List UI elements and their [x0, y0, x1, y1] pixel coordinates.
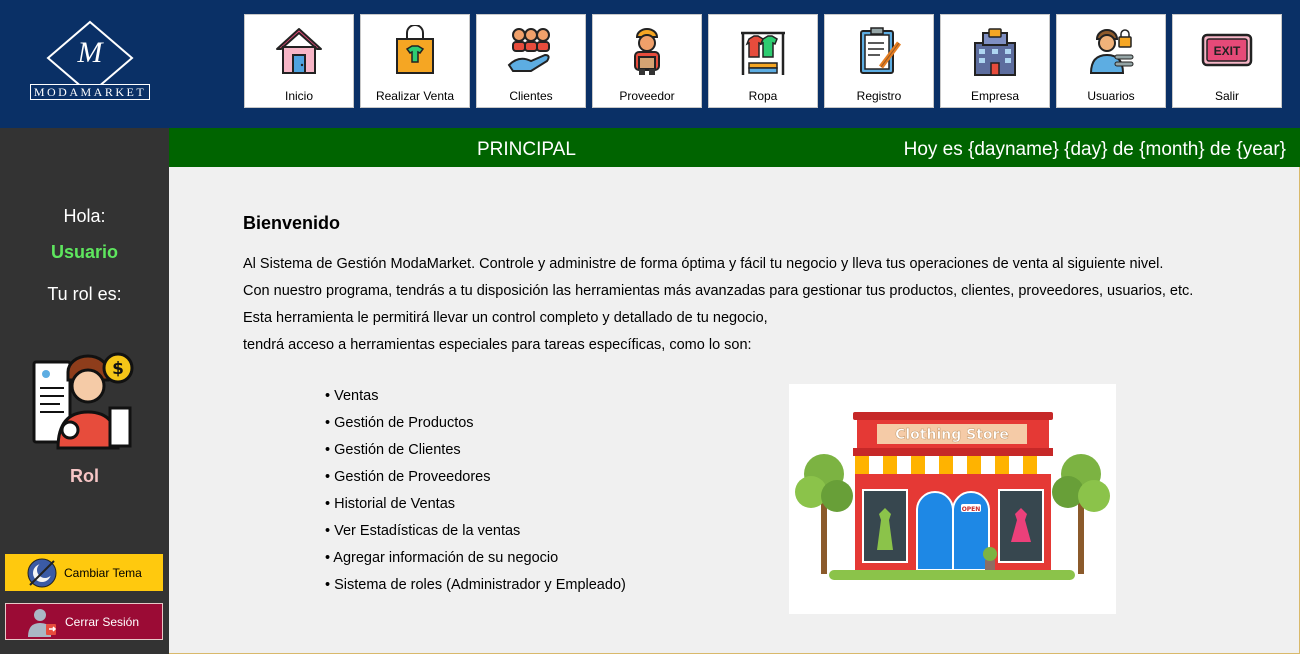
nav-empresa-button[interactable]: Empresa — [940, 14, 1050, 108]
nav-salir-button[interactable]: EXIT Salir — [1172, 14, 1282, 108]
shopping-bag-icon — [396, 25, 434, 74]
nav-label: Realizar Venta — [375, 89, 455, 103]
nav-label: Inicio — [284, 89, 313, 103]
seller-avatar-icon: $ — [32, 352, 134, 450]
role-caption: Tu rol es: — [47, 284, 122, 304]
nav-clientes-button[interactable]: Clientes — [476, 14, 586, 108]
change-theme-button[interactable]: Cambiar Tema — [5, 554, 163, 591]
nav-label: Usuarios — [1087, 89, 1135, 103]
awning — [855, 456, 1051, 474]
nav-label: Empresa — [970, 89, 1020, 103]
list-item: • Sistema de roles (Administrador y Empl… — [325, 577, 626, 593]
store-front-icon: Clothing Store OPEN — [795, 412, 1110, 580]
nav-ropa-button[interactable]: Ropa — [708, 14, 818, 108]
logo-text: MODAMARKET — [30, 84, 150, 100]
nav-realizar-venta-button[interactable]: Realizar Venta — [360, 14, 470, 108]
intro-paragraph: Con nuestro programa, tendrás a tu dispo… — [243, 283, 1194, 299]
list-item: • Ventas — [325, 388, 379, 404]
main-content: Bienvenido Al Sistema de Gestión ModaMar… — [169, 167, 1300, 654]
date-label: Hoy es {dayname} {day} de {month} de {ye… — [903, 139, 1286, 160]
modamarket-logo: M MODAMARKET — [28, 20, 152, 102]
app-window: M MODAMARKET Inicio Realizar Venta Clien… — [0, 0, 1300, 654]
features-list: • Ventas • Gestión de Productos • Gestió… — [325, 387, 626, 603]
logo-letter: M — [77, 36, 103, 69]
clothing-store-illustration: Clothing Store OPEN — [789, 384, 1116, 614]
list-item: • Gestión de Clientes — [325, 442, 461, 458]
logout-label: Cerrar Sesión — [65, 614, 140, 629]
nav-proveedor-button[interactable]: Proveedor — [592, 14, 702, 108]
nav-label: Clientes — [509, 89, 553, 103]
list-item: • Historial de Ventas — [325, 496, 456, 512]
nav-label: Salir — [1214, 89, 1239, 103]
welcome-title: Bienvenido — [243, 213, 341, 233]
greeting-label: Hola: — [63, 206, 106, 226]
users-lock-icon — [1089, 29, 1134, 74]
role-value: Rol — [70, 466, 99, 486]
home-icon — [276, 28, 322, 74]
intro-paragraph: Esta herramienta le permitirá llevar un … — [243, 310, 768, 326]
nav-label: Ropa — [748, 89, 778, 103]
supplier-icon — [634, 28, 660, 75]
change-theme-label: Cambiar Tema — [64, 565, 142, 580]
nav-usuarios-button[interactable]: Usuarios — [1056, 14, 1166, 108]
main-nav: Inicio Realizar Venta Clientes Proveedor… — [244, 14, 1282, 108]
list-item: • Ver Estadísticas de la ventas — [325, 523, 521, 539]
clothes-rack-icon — [741, 31, 785, 75]
top-header: M MODAMARKET Inicio Realizar Venta Clien… — [0, 0, 1300, 128]
intro-paragraph: tendrá acceso a herramientas especiales … — [243, 337, 752, 353]
building-icon — [974, 28, 1016, 76]
nav-inicio-button[interactable]: Inicio — [244, 14, 354, 108]
username-label: Usuario — [50, 242, 119, 262]
clipboard-icon — [860, 27, 901, 74]
nav-label: Registro — [856, 89, 902, 103]
exit-icon: EXIT — [1201, 33, 1253, 67]
logout-user-icon — [28, 608, 57, 637]
exit-sign-text: EXIT — [1214, 44, 1241, 58]
svg-text:$: $ — [112, 359, 124, 379]
sidebar: Hola: Usuario Tu rol es: $ Rol Cambiar T… — [0, 128, 169, 654]
clients-icon — [507, 28, 550, 72]
list-item: • Gestión de Proveedores — [325, 469, 491, 485]
list-item: • Agregar información de su negocio — [325, 550, 559, 566]
open-sign-text: OPEN — [962, 506, 981, 513]
store-sign-text: Clothing Store — [895, 427, 1009, 443]
section-title: PRINCIPAL — [477, 139, 576, 160]
logout-button[interactable]: Cerrar Sesión — [5, 603, 163, 640]
intro-paragraph: Al Sistema de Gestión ModaMarket. Contro… — [243, 256, 1164, 272]
nav-registro-button[interactable]: Registro — [824, 14, 934, 108]
nav-label: Proveedor — [619, 89, 675, 103]
list-item: • Gestión de Productos — [325, 415, 474, 431]
theme-moon-icon — [27, 558, 57, 587]
title-bar: PRINCIPAL Hoy es {dayname} {day} de {mon… — [169, 128, 1300, 167]
